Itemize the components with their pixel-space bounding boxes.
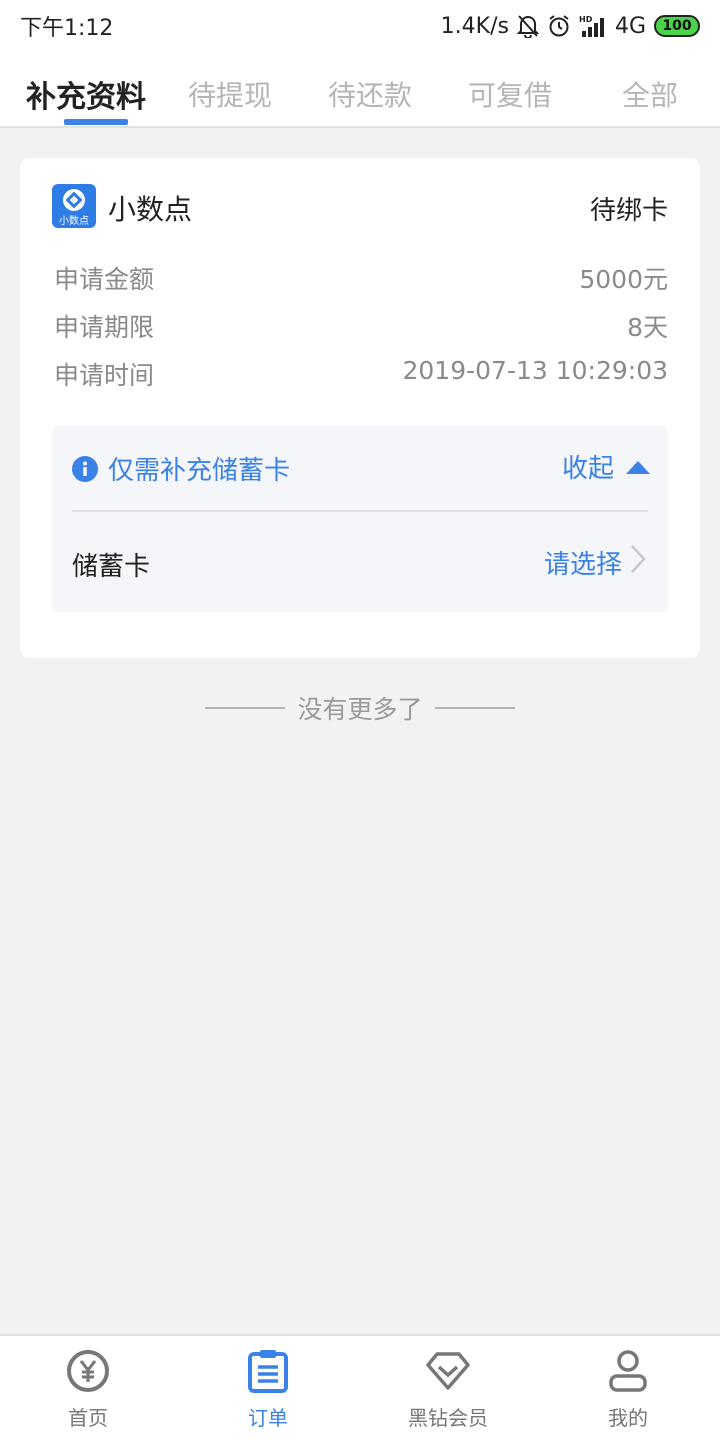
info-row-term: 申请期限 8天 bbox=[54, 308, 668, 342]
list-end-text: 没有更多了 bbox=[297, 695, 423, 724]
nav-home[interactable]: 首页 bbox=[28, 1348, 148, 1436]
select-label: 请选择 bbox=[543, 550, 622, 580]
info-value: 2019-07-13 10:29:03 bbox=[402, 356, 668, 385]
caret-up-icon bbox=[626, 452, 650, 482]
tab-pending-withdrawal[interactable]: 待提现 bbox=[188, 74, 272, 114]
alarm-icon bbox=[547, 14, 571, 38]
collapse-button[interactable]: 收起 bbox=[562, 448, 650, 485]
user-icon bbox=[605, 1348, 651, 1394]
network-speed: 1.4K/s bbox=[440, 13, 509, 39]
nav-black-diamond[interactable]: 黑钻会员 bbox=[388, 1348, 508, 1436]
collapse-label: 收起 bbox=[561, 454, 614, 484]
nav-mine[interactable]: 我的 bbox=[568, 1348, 688, 1436]
debit-card-label: 储蓄卡 bbox=[72, 552, 151, 582]
info-label: 申请期限 bbox=[54, 313, 155, 342]
divider bbox=[434, 707, 515, 709]
status-time: 下午1:12 bbox=[20, 16, 114, 41]
info-icon bbox=[72, 455, 98, 482]
svg-text:HD: HD bbox=[579, 15, 593, 24]
lender-name: 小数点 bbox=[108, 193, 193, 226]
list-end-indicator: 没有更多了 bbox=[0, 690, 720, 726]
nav-label: 我的 bbox=[608, 1406, 648, 1430]
info-label: 申请时间 bbox=[54, 361, 155, 390]
tab-all[interactable]: 全部 bbox=[622, 74, 678, 114]
bell-muted-icon bbox=[516, 14, 539, 38]
order-tabs: 补充资料 待提现 待还款 可复借 全部 bbox=[0, 52, 720, 128]
status-icons: 1.4K/s HD 4G 100 bbox=[441, 14, 700, 39]
info-value: 5000元 bbox=[579, 265, 668, 294]
cell-signal-icon: HD bbox=[579, 14, 607, 38]
info-value: 8天 bbox=[627, 313, 668, 342]
order-list-icon bbox=[245, 1348, 291, 1394]
nav-label: 黑钻会员 bbox=[408, 1406, 488, 1430]
active-tab-indicator bbox=[64, 119, 128, 125]
order-card: 小数点 小数点 待绑卡 申请金额 5000元 申请期限 8天 申请时间 2019… bbox=[20, 158, 700, 658]
supplement-message-text: 仅需补充储蓄卡 bbox=[108, 456, 291, 486]
nav-orders[interactable]: 订单 bbox=[208, 1348, 328, 1436]
tab-pending-repayment[interactable]: 待还款 bbox=[328, 74, 412, 114]
chevron-right-icon bbox=[630, 544, 646, 581]
nav-label: 订单 bbox=[248, 1406, 288, 1430]
select-debit-card-button[interactable]: 请选择 bbox=[544, 544, 646, 581]
tab-reborrow[interactable]: 可复借 bbox=[468, 74, 552, 114]
network-type: 4G bbox=[614, 13, 646, 39]
supplement-message: 仅需补充储蓄卡 bbox=[72, 450, 290, 487]
status-bar: 下午1:12 1.4K/s HD 4G 100 bbox=[0, 0, 720, 52]
nav-label: 首页 bbox=[68, 1406, 108, 1430]
battery-icon: 100 bbox=[654, 15, 700, 37]
tab-supplement-info[interactable]: 补充资料 bbox=[26, 72, 146, 116]
svg-text:小数点: 小数点 bbox=[59, 214, 89, 227]
yen-icon bbox=[65, 1348, 111, 1394]
lender-logo: 小数点 bbox=[52, 184, 96, 228]
supplement-panel: 仅需补充储蓄卡 收起 储蓄卡 请选择 bbox=[52, 426, 668, 612]
bottom-nav: 首页 订单 黑钻会员 我的 bbox=[0, 1334, 720, 1440]
order-status: 待绑卡 bbox=[589, 196, 668, 226]
battery-level: 100 bbox=[662, 18, 692, 34]
info-label: 申请金额 bbox=[54, 265, 155, 294]
divider bbox=[205, 707, 286, 709]
diamond-icon bbox=[425, 1348, 471, 1394]
info-row-time: 申请时间 2019-07-13 10:29:03 bbox=[54, 356, 668, 390]
info-row-amount: 申请金额 5000元 bbox=[54, 260, 668, 294]
divider bbox=[72, 510, 648, 512]
